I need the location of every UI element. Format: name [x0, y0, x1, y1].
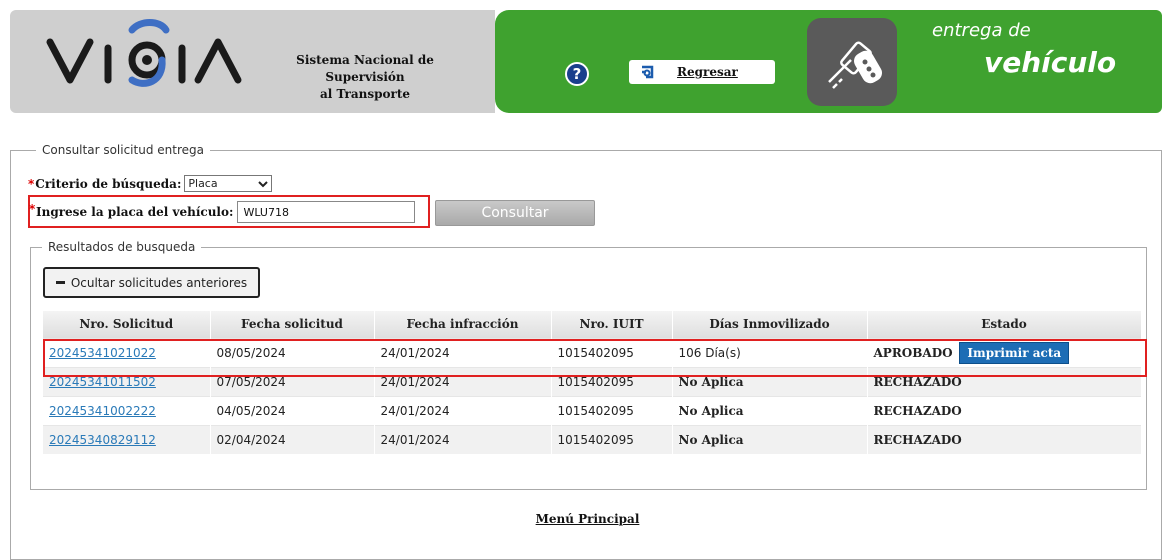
iuit-cell: 1015402095: [551, 395, 673, 425]
iuit-cell: 1015402095: [551, 337, 673, 367]
request-number-link[interactable]: 20245341002222: [49, 404, 156, 418]
table-row: 20245341002222 04/05/2024 24/01/2024 101…: [43, 395, 1142, 425]
column-header: Nro. Solicitud: [43, 311, 211, 338]
plate-label: Ingrese la placa del vehículo:: [36, 205, 234, 219]
results-legend: Resultados de busqueda: [42, 240, 202, 254]
chevron-down-icon: [258, 180, 269, 187]
days-cell: No Aplica: [672, 424, 868, 454]
days-cell: 106 Día(s): [672, 337, 868, 367]
required-mark: *: [29, 202, 36, 216]
iuit-cell: 1015402095: [551, 424, 673, 454]
minus-icon: [55, 281, 65, 284]
module-title-line2: vehículo: [984, 46, 1117, 79]
request-date-cell: 04/05/2024: [210, 395, 375, 425]
main-menu-link[interactable]: Menú Principal: [0, 512, 1175, 526]
app-header: Sistema Nacional de Supervisión al Trans…: [10, 10, 1162, 113]
infraction-date-cell: 24/01/2024: [374, 366, 552, 396]
system-title-line: Supervisión: [325, 70, 405, 84]
header-brand-panel: Sistema Nacional de Supervisión al Trans…: [10, 10, 495, 113]
results-table: Nro. Solicitud Fecha solicitud Fecha inf…: [43, 311, 1142, 454]
consult-button[interactable]: Consultar: [435, 200, 595, 226]
header-module-panel: ? Regresar entrega de vehículo: [495, 10, 1162, 113]
status-text: RECHAZADO: [867, 366, 1142, 396]
system-title-line: al Transporte: [319, 87, 411, 101]
request-date-cell: 08/05/2024: [210, 337, 375, 367]
days-cell: No Aplica: [672, 395, 868, 425]
vigia-logo: [46, 19, 242, 87]
system-title-line: Sistema Nacional de: [296, 53, 434, 67]
plate-input[interactable]: [237, 201, 416, 223]
column-header: Días Inmovilizado: [672, 311, 868, 338]
table-row: 20245341021022 08/05/2024 24/01/2024 101…: [43, 337, 1142, 367]
infraction-date-cell: 24/01/2024: [374, 424, 552, 454]
back-button-label: Regresar: [677, 65, 738, 79]
request-number-link[interactable]: 20245341011502: [49, 375, 156, 389]
criteria-row: * Criterio de búsqueda: Placa: [28, 175, 273, 192]
vehicle-keys-icon-box: [807, 18, 897, 106]
infraction-date-cell: 24/01/2024: [374, 337, 552, 367]
hide-previous-requests-button[interactable]: Ocultar solicitudes anteriores: [43, 267, 260, 298]
car-keys-icon: [828, 41, 882, 89]
column-header: Nro. IUIT: [551, 311, 673, 338]
table-row: 20245341011502 07/05/2024 24/01/2024 101…: [43, 366, 1142, 396]
back-button[interactable]: Regresar: [629, 60, 775, 84]
column-header: Fecha solicitud: [210, 311, 375, 338]
iuit-cell: 1015402095: [551, 366, 673, 396]
criteria-select-value: Placa: [188, 177, 218, 190]
required-mark: *: [28, 176, 35, 191]
back-arrow-icon: [642, 65, 654, 79]
table-header-row: Nro. Solicitud Fecha solicitud Fecha inf…: [43, 311, 1142, 338]
request-date-cell: 02/04/2024: [210, 424, 375, 454]
criteria-select[interactable]: Placa: [184, 175, 273, 192]
request-date-cell: 07/05/2024: [210, 366, 375, 396]
status-text: RECHAZADO: [867, 395, 1142, 425]
column-header: Estado: [867, 311, 1142, 338]
request-number-link[interactable]: 20245340829112: [49, 433, 156, 447]
status-text: RECHAZADO: [867, 424, 1142, 454]
plate-row: Ingrese la placa del vehículo:: [36, 201, 416, 223]
days-cell: No Aplica: [672, 366, 868, 396]
print-acta-button[interactable]: Imprimir acta: [959, 341, 1070, 364]
status-cell: APROBADO Imprimir acta: [867, 337, 1142, 367]
search-legend: Consultar solicitud entrega: [36, 143, 210, 157]
table-row: 20245340829112 02/04/2024 24/01/2024 101…: [43, 424, 1142, 454]
toggle-button-label: Ocultar solicitudes anteriores: [70, 275, 248, 290]
system-title: Sistema Nacional de Supervisión al Trans…: [280, 52, 450, 103]
module-title-line1: entrega de: [932, 20, 1031, 41]
question-circle-icon[interactable]: ?: [565, 62, 589, 86]
status-text: APROBADO: [873, 345, 953, 360]
criteria-label: Criterio de búsqueda:: [35, 176, 182, 191]
request-number-link[interactable]: 20245341021022: [49, 346, 156, 360]
column-header: Fecha infracción: [374, 311, 552, 338]
infraction-date-cell: 24/01/2024: [374, 395, 552, 425]
